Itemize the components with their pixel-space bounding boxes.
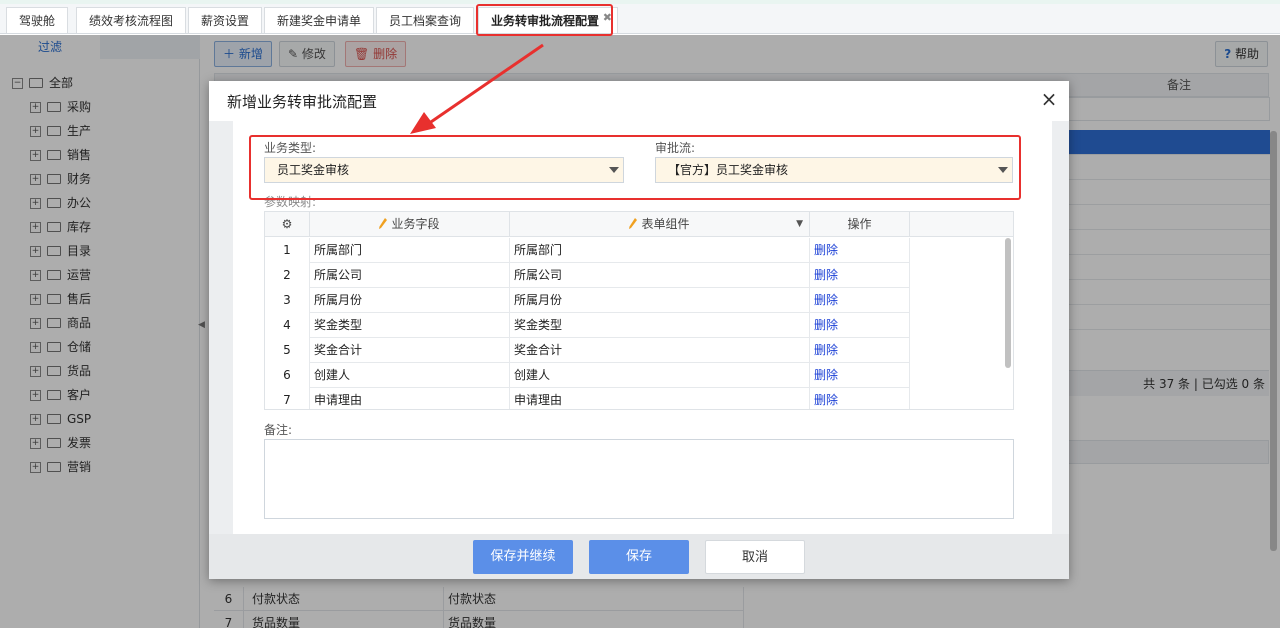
row-number: 2 [265,263,310,288]
form-highlight-box [249,135,1021,200]
gear-icon[interactable]: ⚙ [265,212,310,237]
tab-label: 驾驶舱 [19,14,56,28]
tab-performance-flow[interactable]: 绩效考核流程图 [76,7,187,33]
tab-new-bonus-request[interactable]: 新建奖金申请单 [264,7,375,33]
row-number: 5 [265,338,310,363]
table-row[interactable]: 6 创建人 创建人 删除 [265,363,910,388]
row-business-field[interactable]: 奖金合计 [310,338,510,363]
header-label: 业务字段 [391,217,440,231]
table-row[interactable]: 4 奖金类型 奖金类型 删除 [265,313,910,338]
table-scrollbar[interactable] [1005,238,1011,368]
tab-highlight-box [476,4,613,36]
row-business-field[interactable]: 所属月份 [310,288,510,313]
row-business-field[interactable]: 奖金类型 [310,313,510,338]
row-number: 4 [265,313,310,338]
remark-textarea[interactable] [264,439,1014,519]
dialog-footer: 保存并继续 保存 取消 [209,534,1069,579]
row-form-component[interactable]: 创建人 [510,363,810,388]
row-number: 3 [265,288,310,313]
row-delete-link[interactable]: 删除 [810,238,910,263]
tab-label: 员工档案查询 [389,14,462,28]
tab-salary-settings[interactable]: 薪资设置 [188,7,263,33]
param-mapping-table: ⚙ 业务字段 表单组件 ▼ 操作 1 所属部门 所属部门 删除 2 所属公司 所属公司 删除 3… [264,211,1014,410]
header-label: 表单组件 [641,217,690,231]
row-form-component[interactable]: 奖金类型 [510,313,810,338]
table-header: ⚙ 业务字段 表单组件 ▼ 操作 [265,212,1013,237]
row-delete-link[interactable]: 删除 [810,363,910,388]
row-business-field[interactable]: 所属公司 [310,263,510,288]
row-form-component[interactable]: 申请理由 [510,388,810,409]
row-delete-link[interactable]: 删除 [810,263,910,288]
row-form-component[interactable]: 所属月份 [510,288,810,313]
tab-label: 薪资设置 [201,14,250,28]
column-menu-icon[interactable]: ▼ [796,212,803,237]
save-and-continue-button[interactable]: 保存并继续 [473,540,573,574]
pencil-icon [379,213,388,229]
row-number: 6 [265,363,310,388]
row-business-field[interactable]: 所属部门 [310,238,510,263]
row-delete-link[interactable]: 删除 [810,338,910,363]
row-business-field[interactable]: 创建人 [310,363,510,388]
tab-employee-records[interactable]: 员工档案查询 [376,7,475,33]
table-row[interactable]: 5 奖金合计 奖金合计 删除 [265,338,910,363]
row-delete-link[interactable]: 删除 [810,288,910,313]
column-form-component: 表单组件 ▼ [510,212,810,237]
column-business-field: 业务字段 [310,212,510,237]
remark-label: 备注: [264,423,293,437]
row-number: 1 [265,238,310,263]
tab-label: 绩效考核流程图 [89,14,174,28]
row-business-field[interactable]: 申请理由 [310,388,510,409]
tab-cockpit[interactable]: 驾驶舱 [6,7,69,33]
table-row[interactable]: 3 所属月份 所属月份 删除 [265,288,910,313]
row-delete-link[interactable]: 删除 [810,313,910,338]
column-action: 操作 [810,212,910,237]
row-delete-link[interactable]: 删除 [810,388,910,409]
top-strip [0,0,1280,4]
save-button[interactable]: 保存 [589,540,689,574]
dialog-title: 新增业务转审批流配置 [227,93,378,111]
table-row[interactable]: 2 所属公司 所属公司 删除 [265,263,910,288]
tab-label: 新建奖金申请单 [277,14,362,28]
row-form-component[interactable]: 所属部门 [510,238,810,263]
cancel-button[interactable]: 取消 [705,540,805,574]
tab-bar: 驾驶舱 绩效考核流程图 薪资设置 新建奖金申请单 员工档案查询 业务转审批流程配… [0,0,1280,34]
row-number: 7 [265,388,310,409]
table-row[interactable]: 1 所属部门 所属部门 删除 [265,238,910,263]
table-row[interactable]: 7 申请理由 申请理由 删除 [265,388,910,409]
row-form-component[interactable]: 奖金合计 [510,338,810,363]
row-form-component[interactable]: 所属公司 [510,263,810,288]
pencil-icon [629,213,638,229]
close-icon[interactable]: × [1039,87,1059,111]
